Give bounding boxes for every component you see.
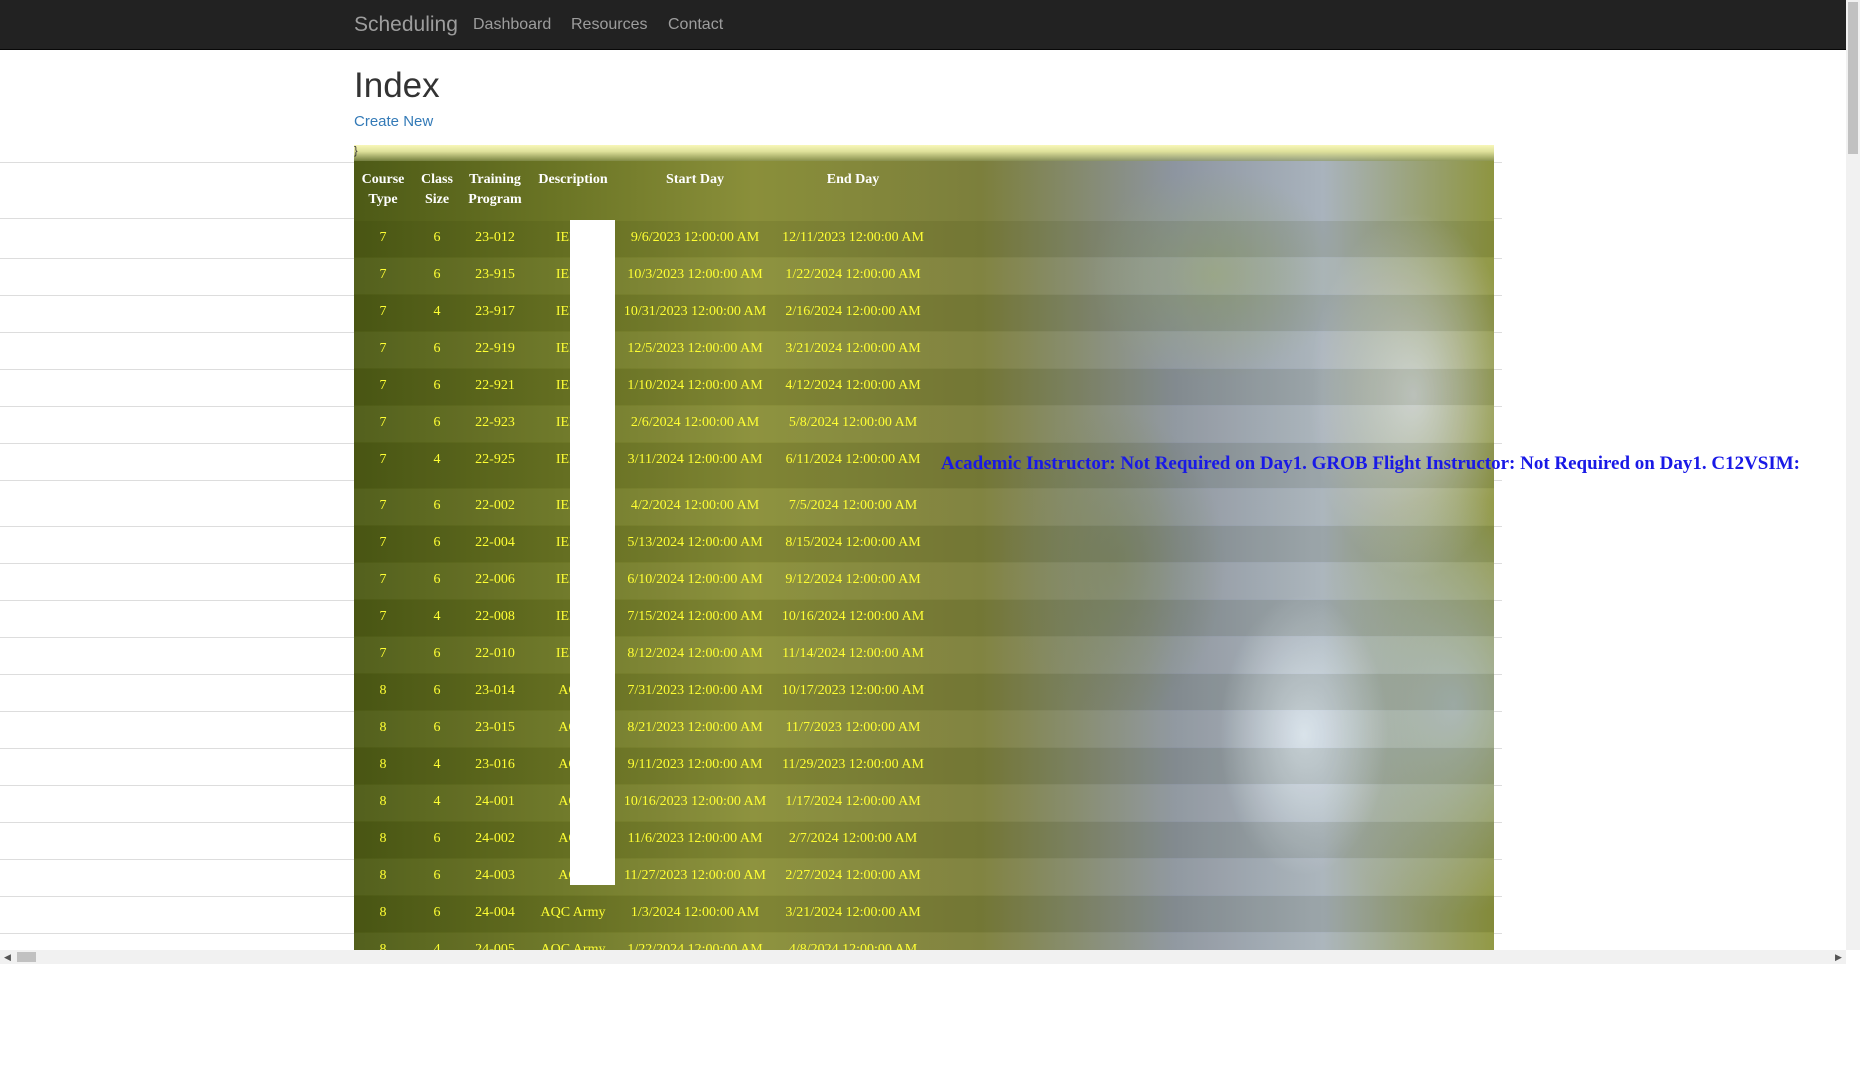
courses-table: } Course Type Class Size Training Program Desc… [354, 145, 1494, 950]
cell-start-day: 8/12/2024 12:00:00 AM [627, 646, 763, 661]
scroll-right-icon[interactable]: ▶ [1835, 952, 1842, 963]
header-start-day: Start Day [666, 172, 724, 187]
nav-link-dashboard[interactable]: Dashboard [473, 16, 551, 34]
page-title: Index [354, 66, 440, 105]
cell-end-day: 6/11/2024 12:00:00 AM [785, 452, 921, 467]
horizontal-scrollbar[interactable]: ◀ ▶ [0, 950, 1846, 964]
header-end-day: End Day [826, 172, 880, 187]
cell-start-day: 10/3/2023 12:00:00 AM [627, 267, 763, 282]
cell-start-day: 9/6/2023 12:00:00 AM [630, 230, 760, 245]
nav-link-contact[interactable]: Contact [668, 16, 723, 34]
table-top-strip [354, 145, 1494, 161]
cell-start-day: 9/11/2023 12:00:00 AM [627, 757, 763, 772]
cell-end-day: 8/15/2024 12:00:00 AM [785, 535, 921, 550]
cell-end-day: 10/16/2024 12:00:00 AM [781, 609, 925, 624]
cell-start-day: 8/21/2023 12:00:00 AM [627, 720, 763, 735]
cell-start-day: 3/11/2024 12:00:00 AM [627, 452, 763, 467]
cell-end-day: 1/17/2024 12:00:00 AM [785, 794, 921, 809]
cell-start-day: 1/3/2024 12:00:00 AM [630, 905, 760, 920]
horizontal-scroll-thumb[interactable] [17, 952, 36, 962]
nav-link-resources[interactable]: Resources [571, 16, 647, 34]
cell-end-day: 11/7/2023 12:00:00 AM [785, 720, 921, 735]
cell-start-day: 2/6/2024 12:00:00 AM [630, 415, 760, 430]
cell-end-day: 4/8/2024 12:00:00 AM [788, 942, 918, 950]
cell-end-day: 10/17/2023 12:00:00 AM [781, 683, 925, 698]
cell-end-day: 9/12/2024 12:00:00 AM [785, 572, 921, 587]
header-description: Description [538, 172, 608, 187]
cell-start-day: 5/13/2024 12:00:00 AM [627, 535, 763, 550]
cell-start-day: 11/6/2023 12:00:00 AM [627, 831, 763, 846]
cell-end-day: 5/8/2024 12:00:00 AM [788, 415, 918, 430]
cell-end-day: 11/14/2024 12:00:00 AM [782, 646, 924, 661]
cell-end-day: 2/7/2024 12:00:00 AM [788, 831, 918, 846]
cell-end-day: 11/29/2023 12:00:00 AM [782, 757, 924, 772]
cell-start-day: 7/15/2024 12:00:00 AM [627, 609, 763, 624]
overflow-note: Academic Instructor: Not Required on Day… [941, 453, 1801, 474]
brand-link[interactable]: Scheduling [354, 13, 458, 37]
create-new-link[interactable]: Create New [354, 113, 433, 130]
vertical-scrollbar[interactable] [1846, 0, 1860, 950]
scroll-left-icon[interactable]: ◀ [4, 952, 11, 963]
stray-marker: } [354, 145, 358, 157]
cell-end-day: 3/21/2024 12:00:00 AM [785, 905, 921, 920]
cell-start-day: 7/31/2023 12:00:00 AM [627, 683, 763, 698]
cell-end-day: 2/16/2024 12:00:00 AM [785, 304, 921, 319]
cell-end-day: 2/27/2024 12:00:00 AM [785, 868, 921, 883]
cell-end-day: 12/11/2023 12:00:00 AM [782, 230, 924, 245]
cell-end-day: 4/12/2024 12:00:00 AM [785, 378, 921, 393]
cell-end-day: 7/5/2024 12:00:00 AM [788, 498, 918, 513]
cell-start-day: 12/5/2023 12:00:00 AM [627, 341, 763, 356]
cell-start-day: 11/27/2023 12:00:00 AM [624, 868, 766, 883]
cell-end-day: 3/21/2024 12:00:00 AM [785, 341, 921, 356]
cell-start-day: 10/31/2023 12:00:00 AM [623, 304, 767, 319]
description-mask [570, 220, 615, 885]
cell-start-day: 4/2/2024 12:00:00 AM [630, 498, 760, 513]
cell-start-day: 1/10/2024 12:00:00 AM [627, 378, 763, 393]
cell-start-day: 10/16/2023 12:00:00 AM [623, 794, 767, 809]
cell-start-day: 6/10/2024 12:00:00 AM [627, 572, 763, 587]
cell-start-day: 1/22/2024 12:00:00 AM [627, 942, 763, 950]
vertical-scroll-thumb[interactable] [1848, 2, 1858, 154]
top-navbar: Scheduling Dashboard Resources Contact [0, 0, 1846, 50]
cell-end-day: 1/22/2024 12:00:00 AM [785, 267, 921, 282]
